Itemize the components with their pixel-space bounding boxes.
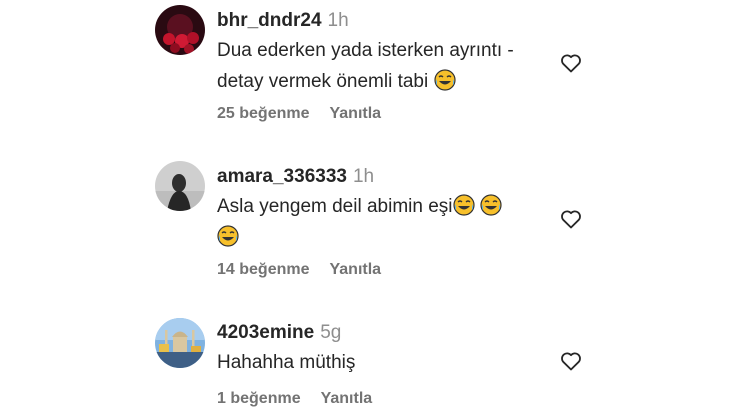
comment-text: Hahahha müthiş xyxy=(217,347,355,378)
laughing-tears-emoji-icon xyxy=(452,194,475,216)
like-heart-icon[interactable] xyxy=(559,51,583,75)
timestamp[interactable]: 1h xyxy=(353,166,374,187)
comment-text: Asla yengem deil abimin eşi xyxy=(217,191,502,253)
comment-text-line: Dua ederken yada isterken ayrıntı - xyxy=(217,40,514,61)
username[interactable]: amara_336333 xyxy=(217,166,347,187)
reply-button[interactable]: Yanıtla xyxy=(321,390,373,407)
laughing-tears-emoji-icon xyxy=(433,69,456,91)
laughing-tears-emoji-icon xyxy=(217,225,239,247)
comment-header: bhr_dndr24 1h xyxy=(217,10,514,32)
comment-text-line-with-emoji: Asla yengem deil abimin eşi xyxy=(217,191,502,222)
comment-text-line: Hahahha müthiş xyxy=(217,352,356,373)
comment-text-line-with-emoji xyxy=(217,222,502,253)
username[interactable]: 4203emine xyxy=(217,322,314,343)
avatar[interactable] xyxy=(155,161,205,211)
reply-button[interactable]: Yanıtla xyxy=(329,261,381,278)
laughing-tears-emoji-icon xyxy=(480,194,502,216)
comment-header: amara_336333 1h xyxy=(217,166,502,188)
comment-text: Dua ederken yada isterken ayrıntı - deta… xyxy=(217,35,514,97)
like-count[interactable]: 1 beğenme xyxy=(217,390,301,407)
reply-button[interactable]: Yanıtla xyxy=(329,105,381,122)
timestamp[interactable]: 1h xyxy=(328,10,349,31)
comment-actions: 14 beğenme Yanıtla xyxy=(217,261,381,279)
like-heart-icon[interactable] xyxy=(559,349,583,373)
comment-header: 4203emine 5g xyxy=(217,322,355,344)
comment-actions: 25 beğenme Yanıtla xyxy=(217,105,381,123)
like-count[interactable]: 25 beğenme xyxy=(217,105,309,122)
username[interactable]: bhr_dndr24 xyxy=(217,10,322,31)
comment-actions: 1 beğenme Yanıtla xyxy=(217,390,372,408)
avatar[interactable] xyxy=(155,5,205,55)
comment-text-line: detay vermek önemli tabi xyxy=(217,71,429,92)
like-heart-icon[interactable] xyxy=(559,207,583,231)
comment-text-line-with-emoji: detay vermek önemli tabi xyxy=(217,66,514,97)
avatar[interactable] xyxy=(155,318,205,368)
timestamp[interactable]: 5g xyxy=(320,322,341,343)
comment-text-line: Asla yengem deil abimin eşi xyxy=(217,196,453,217)
like-count[interactable]: 14 beğenme xyxy=(217,261,309,278)
